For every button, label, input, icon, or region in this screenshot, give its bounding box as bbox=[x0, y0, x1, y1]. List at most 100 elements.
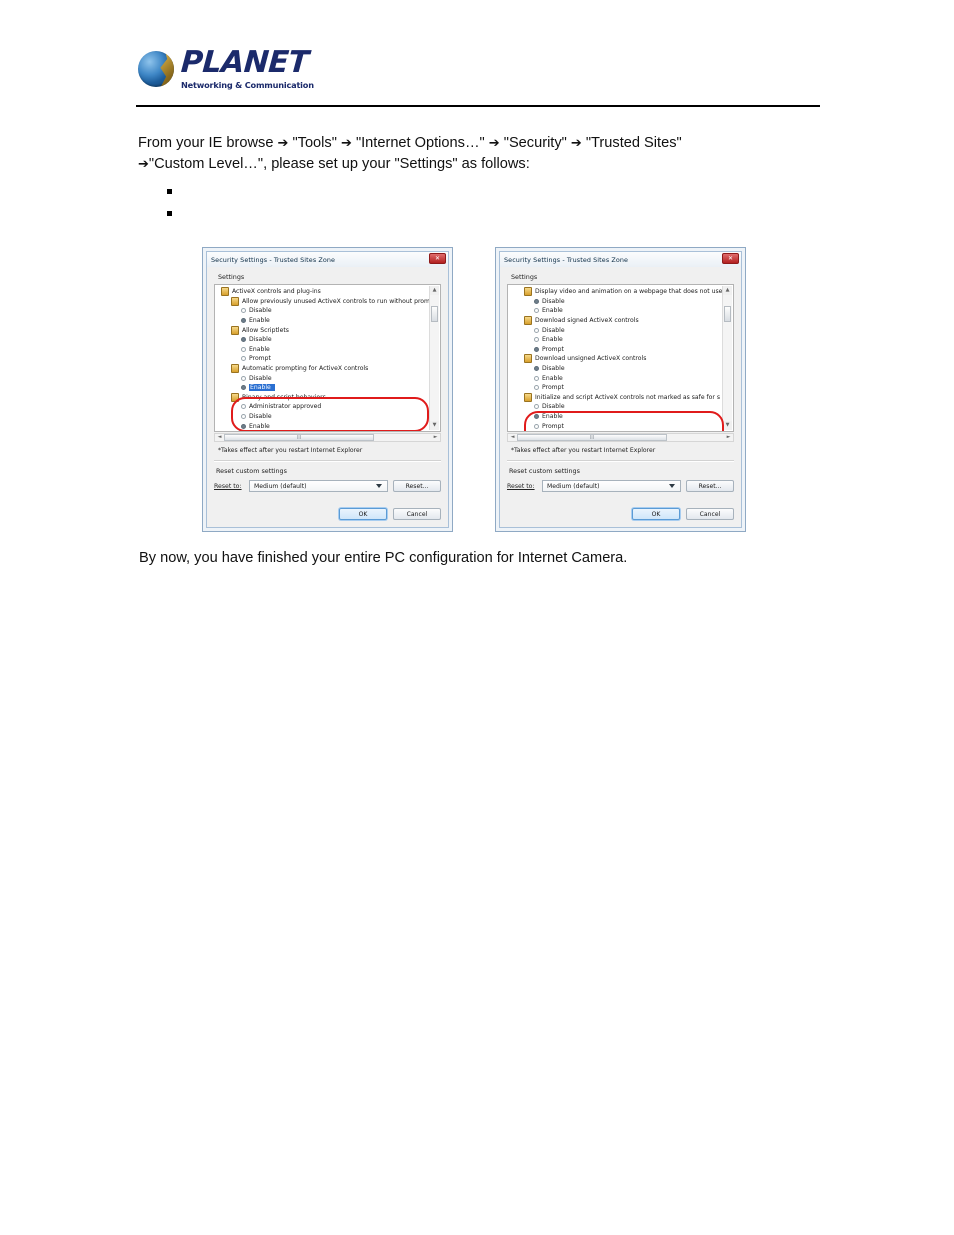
dialog-footer: OK Cancel bbox=[507, 508, 734, 523]
radio-button-icon[interactable] bbox=[534, 375, 539, 381]
settings-listbox[interactable]: Display video and animation on a webpage… bbox=[507, 284, 734, 432]
scroll-left-icon[interactable]: ◄ bbox=[508, 434, 517, 441]
settings-option-row[interactable]: Prompt bbox=[219, 354, 440, 364]
settings-listbox[interactable]: ActiveX controls and plug-ins Allow previ… bbox=[214, 284, 441, 432]
option-label: Disable bbox=[249, 413, 272, 421]
settings-option-row[interactable]: Disable bbox=[219, 335, 440, 345]
close-icon[interactable]: ✕ bbox=[429, 253, 446, 264]
settings-option-row[interactable]: Enable bbox=[219, 345, 440, 355]
option-label: Enable bbox=[542, 307, 563, 315]
settings-category-row[interactable]: Allow previously unused ActiveX controls… bbox=[219, 296, 440, 307]
settings-option-row[interactable]: Enable bbox=[219, 316, 440, 326]
scrollbar-thumb[interactable] bbox=[724, 306, 731, 322]
intro-text-a: From your IE browse bbox=[138, 135, 274, 151]
radio-button-icon[interactable] bbox=[241, 356, 246, 362]
radio-button-icon[interactable] bbox=[534, 423, 539, 429]
radio-button-icon[interactable] bbox=[241, 318, 246, 324]
radio-button-icon[interactable] bbox=[241, 337, 246, 343]
ok-button[interactable]: OK bbox=[339, 508, 387, 520]
reset-button[interactable]: Reset... bbox=[686, 480, 734, 492]
option-label: Disable bbox=[542, 297, 565, 305]
scroll-up-icon[interactable]: ▲ bbox=[723, 286, 732, 295]
reset-level-value: Medium (default) bbox=[547, 482, 600, 490]
settings-category-row[interactable]: Initialize and script ActiveX controls n… bbox=[512, 392, 733, 403]
settings-option-row[interactable]: Prompt bbox=[512, 383, 733, 393]
settings-option-row[interactable]: Disable bbox=[219, 412, 440, 422]
radio-button-icon[interactable] bbox=[534, 337, 539, 343]
scroll-down-icon[interactable]: ▼ bbox=[723, 421, 732, 430]
reset-to-row: Reset to: Medium (default) Reset... bbox=[507, 480, 734, 492]
reset-level-select[interactable]: Medium (default) bbox=[249, 480, 388, 492]
settings-category-row[interactable]: Allow Scriptlets bbox=[219, 325, 440, 335]
option-label: Disable bbox=[249, 307, 272, 315]
radio-button-icon[interactable] bbox=[241, 404, 246, 410]
settings-option-row[interactable]: Enable bbox=[219, 383, 440, 393]
settings-option-row[interactable]: Prompt bbox=[512, 421, 733, 431]
settings-option-row[interactable]: Prompt bbox=[512, 345, 733, 355]
scroll-down-icon[interactable]: ▼ bbox=[430, 421, 439, 430]
radio-button-icon[interactable] bbox=[534, 298, 539, 304]
scrollbar-thumb[interactable]: III bbox=[517, 434, 667, 441]
settings-option-row[interactable]: Administrator approved bbox=[219, 402, 440, 412]
reset-to-row: Reset to: Medium (default) Reset... bbox=[214, 480, 441, 492]
settings-option-row[interactable]: Disable bbox=[512, 297, 733, 307]
horizontal-scrollbar[interactable]: ◄ III ► bbox=[507, 433, 734, 442]
option-label: Disable bbox=[249, 336, 272, 344]
scroll-up-icon[interactable]: ▲ bbox=[430, 286, 439, 295]
vertical-scrollbar[interactable]: ▲ ▼ bbox=[722, 286, 732, 430]
settings-option-row[interactable]: Enable bbox=[219, 421, 440, 431]
settings-option-row[interactable]: Disable bbox=[512, 402, 733, 412]
settings-category-row[interactable]: ActiveX controls and plug-ins bbox=[219, 287, 440, 297]
radio-button-icon[interactable] bbox=[241, 414, 246, 420]
close-icon[interactable]: ✕ bbox=[722, 253, 739, 264]
ok-button[interactable]: OK bbox=[632, 508, 680, 520]
settings-option-row[interactable]: Enable bbox=[512, 335, 733, 345]
option-label: Enable bbox=[249, 384, 275, 392]
settings-option-row[interactable]: Enable bbox=[512, 373, 733, 383]
option-label: Prompt bbox=[542, 384, 564, 392]
settings-option-row[interactable]: Disable bbox=[512, 364, 733, 374]
cancel-button[interactable]: Cancel bbox=[686, 508, 734, 520]
scroll-right-icon[interactable]: ► bbox=[724, 434, 733, 441]
settings-option-row[interactable]: Disable bbox=[219, 373, 440, 383]
settings-category-row[interactable]: Binary and script behaviors bbox=[219, 392, 440, 403]
radio-button-icon[interactable] bbox=[534, 414, 539, 420]
settings-category-row[interactable]: Display video and animation on a webpage… bbox=[512, 287, 733, 297]
settings-option-row[interactable]: Disable bbox=[219, 306, 440, 316]
closing-paragraph: By now, you have finished your entire PC… bbox=[139, 550, 628, 566]
reset-level-select[interactable]: Medium (default) bbox=[542, 480, 681, 492]
settings-option-row[interactable]: Enable bbox=[512, 306, 733, 316]
option-label: Disable bbox=[542, 326, 565, 334]
radio-button-icon[interactable] bbox=[241, 375, 246, 381]
reset-button[interactable]: Reset... bbox=[393, 480, 441, 492]
radio-button-icon[interactable] bbox=[241, 385, 246, 391]
vertical-scrollbar[interactable]: ▲ ▼ bbox=[429, 286, 439, 430]
scrollbar-thumb[interactable]: III bbox=[224, 434, 374, 441]
scroll-left-icon[interactable]: ◄ bbox=[215, 434, 224, 441]
settings-option-row[interactable]: Disable bbox=[512, 325, 733, 335]
radio-button-icon[interactable] bbox=[241, 346, 246, 352]
settings-category-row[interactable]: Display video and animation on a webpage… bbox=[219, 431, 440, 432]
scrollbar-thumb[interactable] bbox=[431, 306, 438, 322]
cancel-button[interactable]: Cancel bbox=[393, 508, 441, 520]
intro-text-c: "Internet Options…" bbox=[355, 135, 485, 151]
settings-category-row[interactable]: Automatic prompting for ActiveX controls bbox=[219, 364, 440, 374]
option-label: Display video and animation on a webpage… bbox=[535, 288, 723, 296]
settings-category-row[interactable]: Download signed ActiveX controls bbox=[512, 316, 733, 326]
restart-note: *Takes effect after you restart Internet… bbox=[511, 447, 656, 454]
settings-option-row[interactable]: Enable bbox=[512, 412, 733, 422]
radio-button-icon[interactable] bbox=[534, 346, 539, 352]
radio-button-icon[interactable] bbox=[534, 385, 539, 391]
list-item bbox=[155, 182, 755, 204]
radio-button-icon[interactable] bbox=[534, 308, 539, 314]
radio-button-icon[interactable] bbox=[241, 308, 246, 314]
scroll-right-icon[interactable]: ► bbox=[431, 434, 440, 441]
intro-text-e: "Trusted Sites" bbox=[585, 135, 682, 151]
radio-button-icon[interactable] bbox=[534, 327, 539, 333]
radio-button-icon[interactable] bbox=[534, 366, 539, 372]
radio-button-icon[interactable] bbox=[241, 423, 246, 429]
settings-category-row[interactable]: Download unsigned ActiveX controls bbox=[512, 354, 733, 364]
radio-button-icon[interactable] bbox=[534, 404, 539, 410]
horizontal-scrollbar[interactable]: ◄ III ► bbox=[214, 433, 441, 442]
settings-category-row[interactable]: Run ActiveX controls and plug-ins bbox=[512, 431, 733, 432]
